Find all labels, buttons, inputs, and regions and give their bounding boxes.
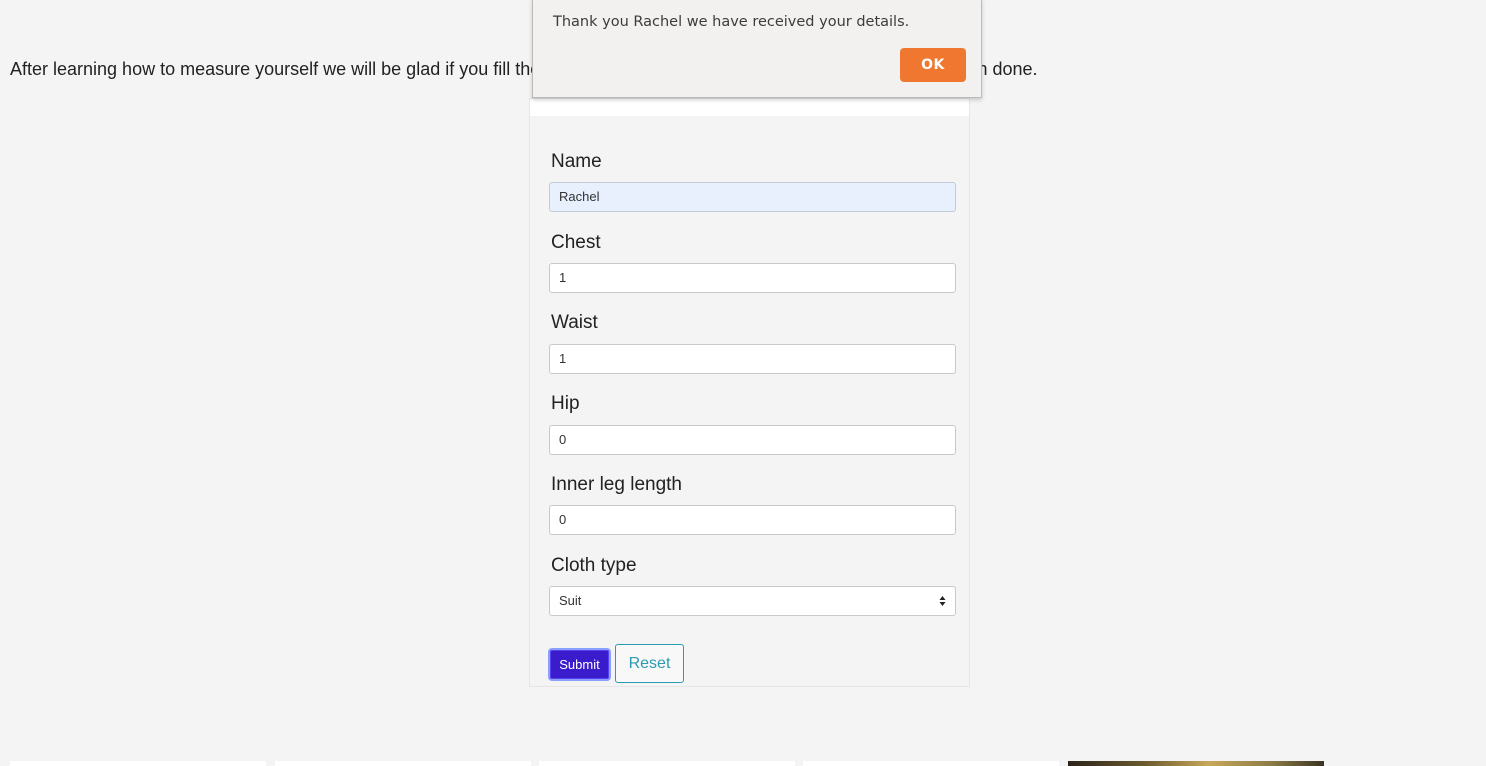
hip-input[interactable]: 0: [549, 425, 956, 455]
reset-button[interactable]: Reset: [615, 644, 684, 683]
cloth-type-label: Cloth type: [551, 555, 637, 576]
name-label: Name: [551, 151, 602, 172]
submit-button[interactable]: Submit: [548, 648, 611, 681]
hip-label: Hip: [551, 393, 580, 414]
measurement-form: Name Rachel Chest 1 Waist 1 Hip 0 Inner …: [529, 98, 970, 687]
inner-leg-length-input[interactable]: 0: [549, 505, 956, 535]
chest-input[interactable]: 1: [549, 263, 956, 293]
cloth-type-selected: Suit: [559, 593, 582, 608]
chest-label: Chest: [551, 232, 601, 253]
gallery-thumbnail[interactable]: [803, 761, 1059, 766]
gallery-thumbnail[interactable]: [275, 761, 531, 766]
gallery-thumbnail[interactable]: [10, 761, 266, 766]
waist-label: Waist: [551, 312, 598, 333]
gallery-strip: [0, 761, 1486, 766]
confirmation-dialog: Thank you Rachel we have received your d…: [532, 0, 982, 98]
dialog-message: Thank you Rachel we have received your d…: [553, 14, 910, 30]
ok-button[interactable]: OK: [900, 48, 966, 82]
waist-input[interactable]: 1: [549, 344, 956, 374]
gallery-thumbnail[interactable]: [539, 761, 795, 766]
gallery-thumbnail-photo[interactable]: [1068, 761, 1324, 766]
select-arrows-icon: [939, 596, 946, 606]
inner-leg-length-label: Inner leg length: [551, 474, 682, 495]
form-top-strip: [530, 99, 969, 116]
name-input[interactable]: Rachel: [549, 182, 956, 212]
cloth-type-select[interactable]: Suit: [549, 586, 956, 616]
